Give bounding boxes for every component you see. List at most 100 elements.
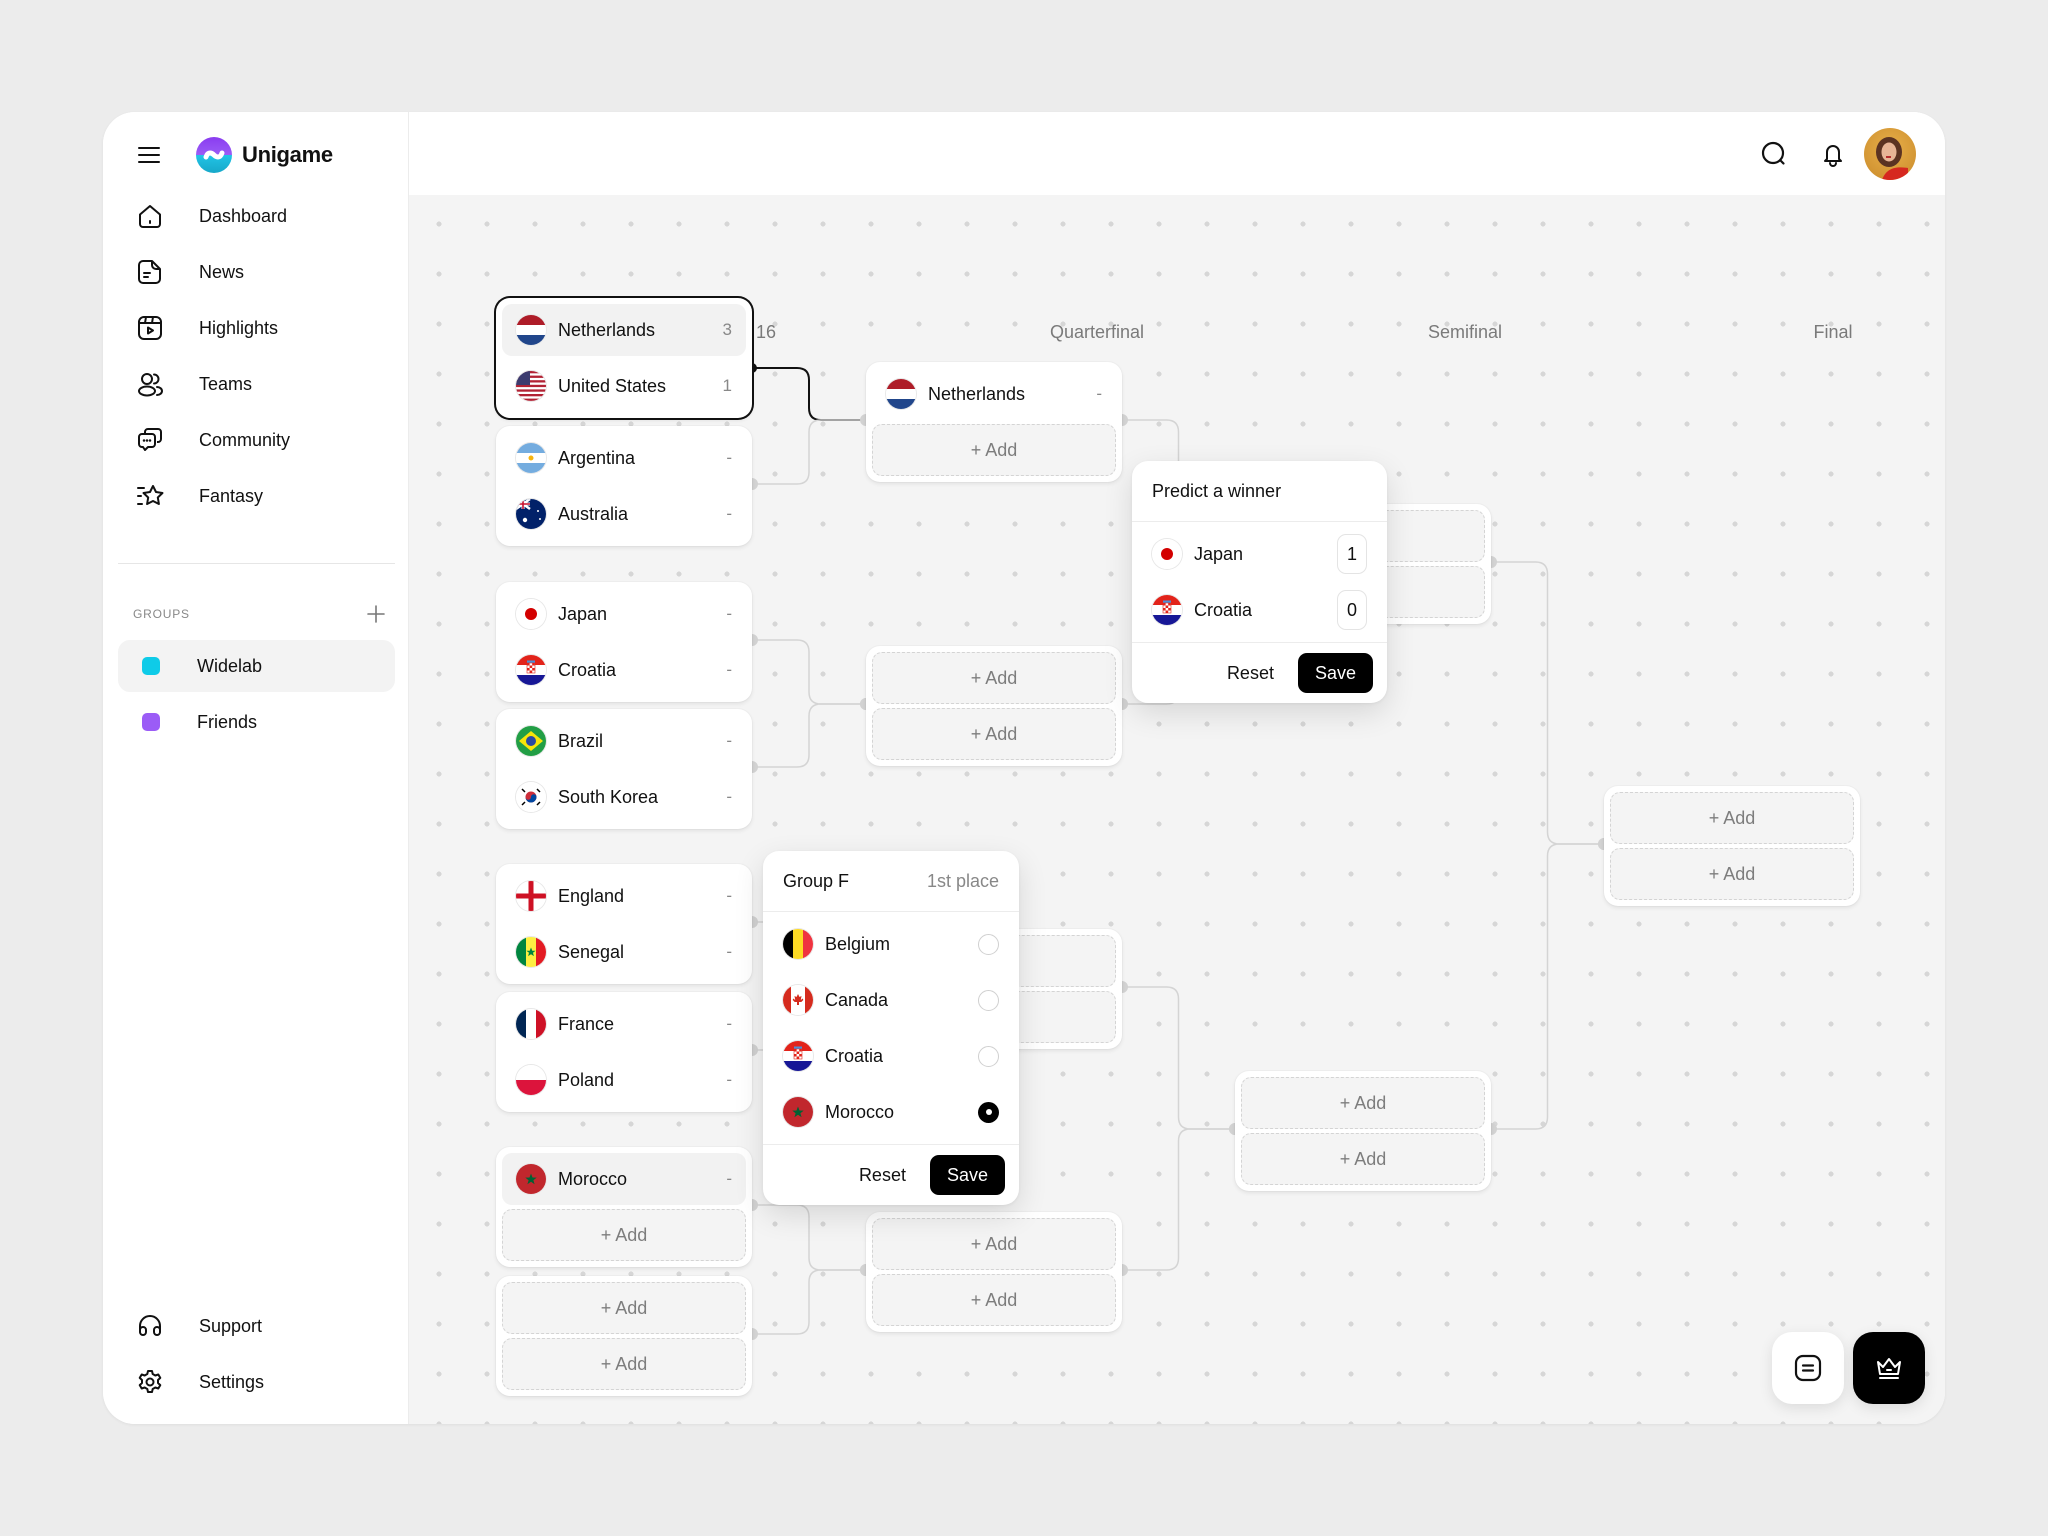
reset-button[interactable]: Reset	[853, 1165, 912, 1186]
nav-item-settings[interactable]: Settings	[119, 1354, 395, 1410]
team-row[interactable]: Japan -	[502, 588, 746, 640]
add-team-slot[interactable]: + Add	[1241, 1133, 1485, 1185]
add-team-slot[interactable]: + Add	[872, 424, 1116, 476]
group-item-friends[interactable]: Friends	[118, 696, 395, 748]
team-name: France	[558, 1013, 615, 1034]
match-card[interactable]: + Add + Add	[866, 1212, 1122, 1332]
top-header	[409, 112, 1945, 195]
match-card[interactable]: Argentina - Australia -	[496, 426, 752, 546]
gear-icon	[135, 1367, 165, 1397]
team-row[interactable]: Senegal -	[502, 926, 746, 978]
flag-ma-icon	[783, 1097, 813, 1127]
team-row[interactable]: Australia -	[502, 488, 746, 540]
add-team-slot[interactable]: + Add	[502, 1282, 746, 1334]
nav-label: Dashboard	[199, 205, 288, 226]
add-team-slot[interactable]: + Add	[872, 1218, 1116, 1270]
star-icon	[135, 481, 165, 511]
popup-header: Group F 1st place	[763, 851, 1019, 912]
avatar[interactable]	[1864, 128, 1916, 180]
radio-canada[interactable]	[978, 989, 999, 1011]
flag-hr-icon	[783, 1041, 813, 1071]
headphones-icon	[135, 1311, 165, 1341]
chat-icon	[135, 425, 165, 455]
match-card[interactable]: + Add + Add	[1235, 1071, 1491, 1191]
match-card[interactable]: Netherlands 3 United States 1	[496, 298, 752, 418]
search-icon[interactable]	[1760, 140, 1788, 168]
match-card[interactable]: England - Senegal -	[496, 864, 752, 984]
bell-icon[interactable]	[1819, 140, 1847, 168]
add-team-slot[interactable]: + Add	[872, 1274, 1116, 1326]
reset-button[interactable]: Reset	[1221, 663, 1280, 684]
group-row-croatia[interactable]: Croatia	[763, 1028, 1019, 1084]
crown-button[interactable]	[1853, 1332, 1925, 1404]
match-card[interactable]: Netherlands - + Add	[866, 362, 1122, 482]
group-item-widelab[interactable]: Widelab	[118, 640, 395, 692]
users-icon	[135, 369, 165, 399]
team-name: Brazil	[558, 730, 604, 751]
team-name: South Korea	[558, 786, 659, 807]
score-input-japan[interactable]: 1	[1337, 534, 1367, 574]
match-card[interactable]: + Add + Add	[1604, 786, 1860, 906]
groups-label: GROUPS	[133, 607, 190, 621]
team-score: -	[726, 1014, 732, 1033]
team-score: 3	[722, 320, 732, 339]
team-row[interactable]: South Korea -	[502, 771, 746, 823]
flag-ma-icon	[516, 1164, 546, 1194]
radio-belgium[interactable]	[978, 933, 999, 955]
score-input-croatia[interactable]: 0	[1337, 590, 1367, 630]
group-color-swatch	[142, 713, 160, 731]
add-team-slot[interactable]: + Add	[502, 1338, 746, 1390]
add-team-slot[interactable]: + Add	[1610, 848, 1854, 900]
radio-croatia[interactable]	[978, 1045, 999, 1067]
team-row[interactable]: Netherlands 3	[502, 304, 746, 356]
team-row[interactable]: Morocco -	[502, 1153, 746, 1205]
team-score: -	[1096, 384, 1102, 403]
nav-item-dashboard[interactable]: Dashboard	[119, 188, 395, 244]
group-row-belgium[interactable]: Belgium	[763, 916, 1019, 972]
add-team-slot[interactable]: + Add	[1610, 792, 1854, 844]
logo[interactable]: Unigame	[195, 136, 333, 174]
nav-item-fantasy[interactable]: Fantasy	[119, 468, 395, 524]
nav-item-teams[interactable]: Teams	[119, 356, 395, 412]
team-row[interactable]: Brazil -	[502, 715, 746, 767]
match-card[interactable]: Japan - Croatia -	[496, 582, 752, 702]
match-card[interactable]: + Add + Add	[866, 646, 1122, 766]
add-team-slot[interactable]: + Add	[502, 1209, 746, 1261]
team-row[interactable]: France -	[502, 998, 746, 1050]
add-team-slot[interactable]: + Add	[872, 652, 1116, 704]
add-team-slot[interactable]: + Add	[872, 708, 1116, 760]
sidebar-divider	[118, 563, 395, 564]
add-group-button[interactable]	[365, 603, 387, 625]
team-row[interactable]: Argentina -	[502, 432, 746, 484]
match-card[interactable]: Morocco - + Add	[496, 1147, 752, 1267]
nav-label: Settings	[199, 1371, 265, 1392]
team-row[interactable]: Netherlands -	[872, 368, 1116, 420]
predict-row-japan: Japan 1	[1132, 526, 1387, 582]
group-row-canada[interactable]: Canada	[763, 972, 1019, 1028]
team-row[interactable]: Croatia -	[502, 644, 746, 696]
team-score: -	[726, 1070, 732, 1089]
save-button[interactable]: Save	[1297, 653, 1373, 693]
save-button[interactable]: Save	[929, 1155, 1005, 1195]
nav-item-community[interactable]: Community	[119, 412, 395, 468]
team-row[interactable]: England -	[502, 870, 746, 922]
team-row[interactable]: United States 1	[502, 360, 746, 412]
group-row-morocco[interactable]: Morocco	[763, 1084, 1019, 1140]
match-card[interactable]: + Add + Add	[496, 1276, 752, 1396]
nav-item-news[interactable]: News	[119, 244, 395, 300]
match-card[interactable]: France - Poland -	[496, 992, 752, 1112]
menu-icon[interactable]	[136, 142, 162, 168]
team-row[interactable]: Poland -	[502, 1054, 746, 1106]
add-team-slot[interactable]: + Add	[1241, 1077, 1485, 1129]
match-card[interactable]: Brazil - South Korea -	[496, 709, 752, 829]
radio-morocco[interactable]	[978, 1101, 999, 1123]
flag-jp-icon	[1152, 539, 1182, 569]
team-name: Belgium	[825, 933, 891, 954]
list-view-button[interactable]	[1772, 1332, 1844, 1404]
nav-item-support[interactable]: Support	[119, 1298, 395, 1354]
nav-item-highlights[interactable]: Highlights	[119, 300, 395, 356]
predict-row-croatia: Croatia 0	[1132, 582, 1387, 638]
popup-subtitle: 1st place	[926, 870, 999, 891]
flag-sn-icon	[516, 937, 546, 967]
predict-winner-popup: Predict a winner Japan 1 Croatia 0 Reset…	[1132, 461, 1387, 703]
